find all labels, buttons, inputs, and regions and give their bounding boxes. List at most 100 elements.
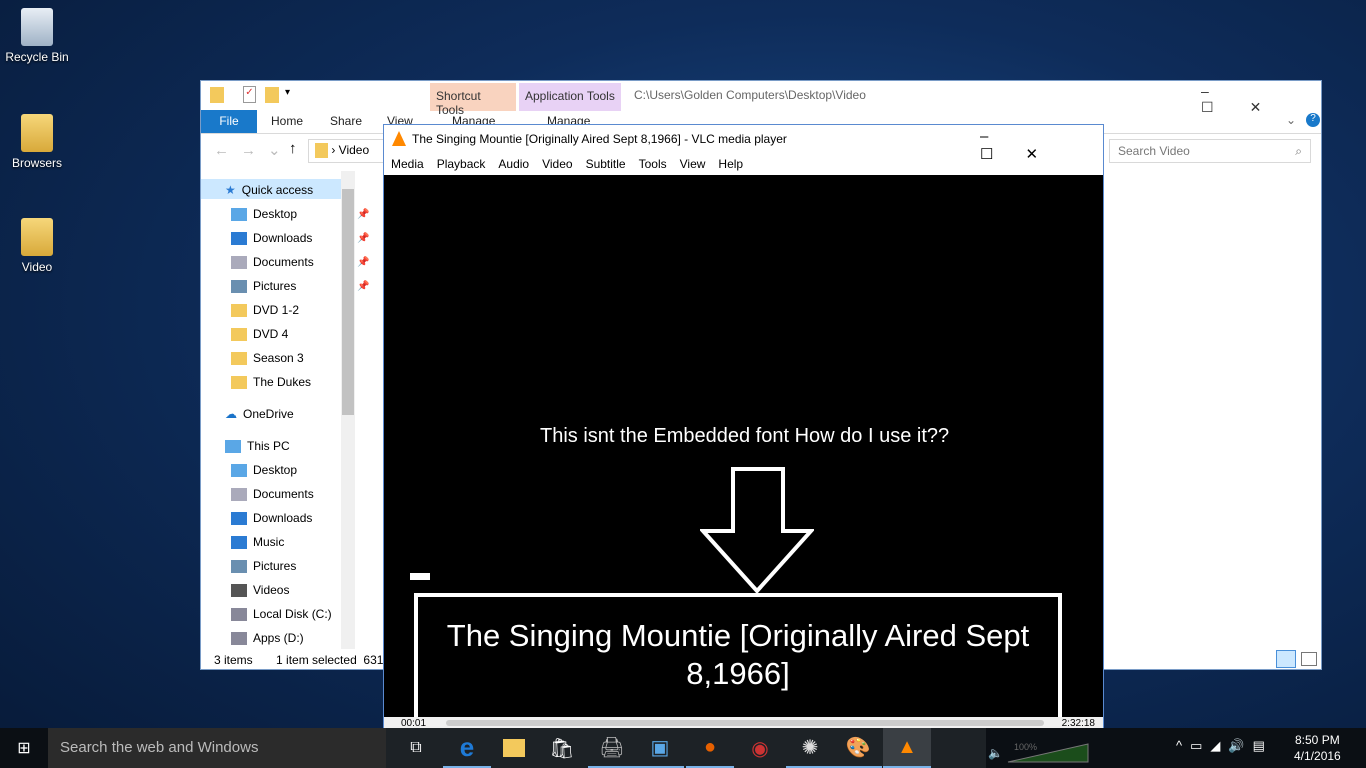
properties-icon[interactable]: ✓ (243, 86, 256, 103)
menu-audio[interactable]: Audio (498, 157, 529, 171)
nav-scrollbar[interactable] (341, 171, 355, 649)
folder-icon (503, 739, 525, 757)
wifi-icon[interactable]: ◢ (1210, 738, 1228, 753)
pin-icon[interactable]: 📌 (357, 233, 369, 244)
menu-subtitle[interactable]: Subtitle (586, 157, 626, 171)
control-panel-app[interactable]: ▣ (636, 728, 684, 768)
nav-pc-item[interactable]: Videos (231, 583, 289, 597)
folder-icon (315, 143, 328, 159)
volume-icon[interactable]: 🔈 (988, 746, 1003, 760)
maximize-button[interactable]: ☐ (1201, 99, 1250, 115)
nav-pc-item[interactable]: Local Disk (C:) (231, 607, 332, 621)
minimize-button[interactable]: – (1201, 83, 1245, 99)
details-view-button[interactable] (1276, 650, 1296, 668)
minimize-button[interactable]: – (980, 128, 1020, 145)
subtitle-text: The Singing Mountie [Originally Aired Se… (446, 618, 1030, 691)
nav-quick-item[interactable]: Documents 📌 (231, 255, 369, 269)
nav-back-forward[interactable]: ←→⌄ (214, 141, 293, 159)
window-controls[interactable]: –☐✕ (1201, 83, 1321, 116)
quick-access-dropdown-icon[interactable]: ▾ (285, 87, 290, 98)
nav-quick-access[interactable]: ★ Quick access (225, 183, 313, 197)
tab-file[interactable]: File (201, 110, 257, 133)
new-folder-icon[interactable] (265, 87, 279, 103)
menu-video[interactable]: Video (542, 157, 572, 171)
menu-tools[interactable]: Tools (639, 157, 667, 171)
menu-bar: Media Playback Audio Video Subtitle Tools View… (391, 157, 756, 171)
task-view-button[interactable]: ⧉ (392, 728, 440, 768)
item-icon (231, 631, 247, 645)
nav-quick-item[interactable]: Desktop 📌 (231, 207, 369, 221)
annotation-text: This isnt the Embedded font How do I use… (540, 425, 950, 447)
vlc-app[interactable]: ▲ (883, 728, 931, 768)
label: OneDrive (243, 407, 294, 421)
close-button[interactable]: ✕ (1025, 146, 1070, 163)
file-explorer-app[interactable] (490, 728, 538, 768)
ribbon-expand-icon[interactable]: ⌄ (1286, 113, 1296, 127)
paint-app[interactable]: 🎨 (834, 728, 882, 768)
notification-icon[interactable]: ▤ (1253, 738, 1273, 753)
nav-pc-item[interactable]: Music (231, 535, 284, 549)
pin-icon[interactable]: 📌 (357, 281, 369, 292)
media-app[interactable]: ✺ (786, 728, 834, 768)
start-button[interactable]: ⊞ (0, 728, 48, 768)
nav-pc-item[interactable]: Apps (D:) (231, 631, 304, 645)
nav-quick-item[interactable]: The Dukes (231, 375, 311, 389)
nav-pc-item[interactable]: Downloads (231, 511, 312, 525)
library-icon (231, 255, 247, 269)
folder-icon (21, 218, 53, 256)
up-button[interactable]: ↑ (289, 140, 297, 157)
nav-pc-item[interactable]: Desktop (231, 463, 297, 477)
help-icon[interactable]: ? (1306, 113, 1320, 127)
computer-icon (225, 439, 241, 453)
desktop-icon-recycle-bin[interactable]: Recycle Bin (4, 8, 70, 64)
clock[interactable]: 8:50 PM 4/1/2016 (1294, 732, 1341, 764)
tab-share[interactable]: Share (330, 114, 362, 128)
menu-media[interactable]: Media (391, 157, 424, 171)
desktop-icon-video[interactable]: Video (4, 218, 70, 274)
edge-app[interactable]: e (443, 728, 491, 768)
label: Documents (253, 255, 314, 269)
label: Pictures (253, 279, 297, 293)
search-input[interactable]: Search Video ⌕ (1109, 139, 1311, 163)
label: Local Disk (C:) (253, 607, 332, 621)
nav-quick-item[interactable]: DVD 1-2 (231, 303, 299, 317)
label: Quick access (241, 183, 314, 197)
maximize-button[interactable]: ☐ (980, 146, 1025, 163)
label: Apps (D:) (253, 631, 304, 645)
nav-this-pc[interactable]: This PC (225, 439, 290, 453)
pin-icon[interactable]: 📌 (357, 209, 369, 220)
desktop-icon-browsers[interactable]: Browsers (4, 114, 70, 170)
menu-view[interactable]: View (680, 157, 706, 171)
browser-app[interactable]: ◉ (736, 728, 784, 768)
large-icons-view-button[interactable] (1301, 652, 1317, 666)
volume-slider[interactable] (1006, 742, 1090, 764)
tab-home[interactable]: Home (271, 114, 303, 128)
nav-pc-item[interactable]: Documents (231, 487, 314, 501)
nav-quick-item[interactable]: Season 3 (231, 351, 304, 365)
menu-playback[interactable]: Playback (437, 157, 486, 171)
tray-icons[interactable]: ^▭◢🔊▤ (1176, 738, 1273, 754)
chevron-up-icon[interactable]: ^ (1176, 738, 1190, 753)
search-box[interactable]: Search the web and Windows (48, 728, 386, 768)
nav-quick-item[interactable]: Pictures 📌 (231, 279, 369, 293)
menu-help[interactable]: Help (718, 157, 743, 171)
nav-pc-item[interactable]: Pictures (231, 559, 296, 573)
video-area[interactable]: This isnt the Embedded font How do I use… (384, 175, 1103, 728)
folder-icon (231, 375, 247, 389)
scanner-app[interactable]: 🖨 (588, 728, 636, 768)
tab-application-tools[interactable]: Application Tools (519, 83, 621, 111)
item-icon (231, 607, 247, 621)
star-icon: ★ (225, 183, 236, 197)
seek-slider[interactable] (446, 720, 1044, 726)
speaker-icon[interactable]: 🔊 (1228, 738, 1252, 753)
nav-onedrive[interactable]: ☁ OneDrive (225, 407, 294, 421)
tab-shortcut-tools[interactable]: Shortcut Tools (430, 83, 516, 117)
store-app[interactable]: 🛍 (538, 728, 586, 768)
pin-icon[interactable]: 📌 (357, 257, 369, 268)
nav-quick-item[interactable]: Downloads 📌 (231, 231, 369, 245)
nav-quick-item[interactable]: DVD 4 (231, 327, 288, 341)
battery-icon[interactable]: ▭ (1190, 738, 1210, 753)
search-icon: ⌕ (1295, 144, 1302, 158)
firefox-app[interactable]: ● (686, 728, 734, 768)
window-controls[interactable]: –☐✕ (980, 128, 1103, 163)
